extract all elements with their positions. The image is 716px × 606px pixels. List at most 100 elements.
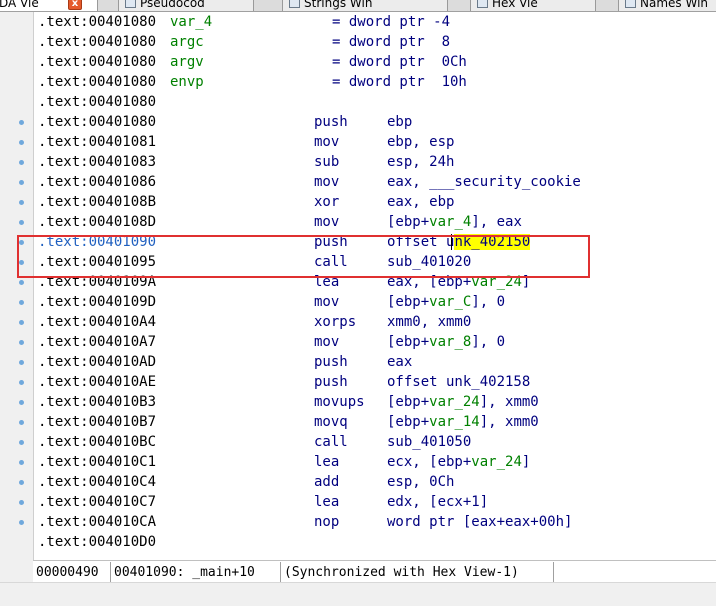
mnemonic: add	[314, 474, 340, 490]
instruction-line[interactable]: .text:00401090 push offset u nk_402150	[34, 232, 716, 252]
breakpoint-dot-icon[interactable]	[19, 240, 24, 245]
breakpoint-dot-icon[interactable]	[19, 520, 24, 525]
breakpoint-dot-icon[interactable]	[19, 340, 24, 345]
operands: eax, ebp	[387, 194, 455, 210]
breakpoint-dot-icon[interactable]	[19, 500, 24, 505]
instruction-line[interactable]: .text:004010C7 lea edx, [ecx+1]	[34, 492, 716, 512]
tab-hex-view[interactable]: Hex Vie	[470, 0, 596, 11]
instruction-line[interactable]: .text:0040108D mov [ebp+var_4], eax	[34, 212, 716, 232]
address: .text:0040109A	[38, 274, 157, 290]
instruction-line[interactable]: .text:004010A7 mov [ebp+var_8], 0	[34, 332, 716, 352]
stack-var-ref[interactable]: var_24	[471, 454, 522, 470]
instruction-line[interactable]: .text:00401081 mov ebp, esp	[34, 132, 716, 152]
breakpoint-dot-icon[interactable]	[19, 440, 24, 445]
text-cursor	[451, 234, 452, 250]
stack-var-line[interactable]: .text:00401080 var_4 = dword ptr -4	[34, 12, 716, 32]
address: .text:00401080	[38, 34, 157, 50]
operands: offset unk_402158	[387, 374, 531, 390]
stack-var-line[interactable]: .text:00401080 argc = dword ptr 8	[34, 32, 716, 52]
instruction-line[interactable]: .text:004010A4 xorps xmm0, xmm0	[34, 312, 716, 332]
status-sync: (Synchronized with Hex View-1)	[281, 562, 554, 582]
breakpoint-dot-icon[interactable]	[19, 460, 24, 465]
stack-var-line[interactable]: .text:00401080 envp = dword ptr 10h	[34, 72, 716, 92]
instruction-line[interactable]: .text:004010AE push offset unk_402158	[34, 372, 716, 392]
stack-var-name: argc	[170, 34, 204, 50]
breakpoint-dot-icon[interactable]	[19, 140, 24, 145]
breakpoint-dot-icon[interactable]	[19, 320, 24, 325]
stack-var-ref[interactable]: var_C	[429, 294, 471, 310]
breakpoint-dot-icon[interactable]	[19, 260, 24, 265]
breakpoint-dot-icon[interactable]	[19, 220, 24, 225]
operands: [ebp+var_8], 0	[387, 332, 505, 352]
instruction-line[interactable]: .text:0040109D mov [ebp+var_C], 0	[34, 292, 716, 312]
mnemonic: call	[314, 254, 348, 270]
mnemonic: xorps	[314, 314, 357, 330]
breakpoint-dot-icon[interactable]	[19, 360, 24, 365]
operands: ebp, esp	[387, 134, 455, 150]
tab-label: Names Win	[640, 0, 709, 10]
instruction-line[interactable]: .text:0040108B xor eax, ebp	[34, 192, 716, 212]
mnemonic: sub	[314, 154, 340, 170]
disassembly-listing[interactable]: .text:00401080 var_4 = dword ptr -4 .text:0…	[33, 12, 716, 560]
instruction-line[interactable]: .text:004010BC call sub_401050	[34, 432, 716, 452]
instruction-line[interactable]: .text:004010C4 add esp, 0Ch	[34, 472, 716, 492]
address: .text:0040109D	[38, 294, 157, 310]
address: .text:004010AD	[38, 354, 157, 370]
breakpoint-dot-icon[interactable]	[19, 120, 24, 125]
breakpoint-dot-icon[interactable]	[19, 200, 24, 205]
breakpoint-dot-icon[interactable]	[19, 400, 24, 405]
mnemonic: mov	[314, 334, 340, 350]
address: .text:004010A4	[38, 314, 157, 330]
breakpoint-dot-icon[interactable]	[19, 420, 24, 425]
breakpoint-dot-icon[interactable]	[19, 160, 24, 165]
instruction-line[interactable]: .text:004010AD push eax	[34, 352, 716, 372]
mnemonic: mov	[314, 134, 340, 150]
stack-var-definition: = dword ptr 0Ch	[332, 54, 467, 70]
close-icon[interactable]: x	[68, 0, 82, 10]
stack-var-ref[interactable]: var_14	[429, 414, 480, 430]
breakpoint-dot-icon[interactable]	[19, 380, 24, 385]
instruction-line[interactable]: .text:004010C1 lea ecx, [ebp+var_24]	[34, 452, 716, 472]
breakpoint-gutter[interactable]	[0, 12, 33, 560]
instruction-line[interactable]: .text:0040109A lea eax, [ebp+var_24]	[34, 272, 716, 292]
instruction-line[interactable]: .text:004010B7 movq [ebp+var_14], xmm0	[34, 412, 716, 432]
stack-var-ref[interactable]: var_24	[429, 394, 480, 410]
operand-text: ], xmm0	[479, 394, 539, 410]
breakpoint-dot-icon[interactable]	[19, 300, 24, 305]
tab-ida-view[interactable]: DA Vie x	[0, 0, 98, 11]
stack-var-line[interactable]: .text:00401080 argv = dword ptr 0Ch	[34, 52, 716, 72]
tab-bar: DA Vie x Pseudocod Strings Win Hex Vie N…	[0, 0, 716, 12]
instruction-line[interactable]: .text:00401095 call sub_401020	[34, 252, 716, 272]
operands: ecx, [ebp+var_24]	[387, 452, 530, 472]
tab-names-window[interactable]: Names Win	[618, 0, 716, 11]
operands: esp, 0Ch	[387, 474, 455, 490]
operands: esp, 24h	[387, 154, 455, 170]
breakpoint-dot-icon[interactable]	[19, 180, 24, 185]
breakpoint-dot-icon[interactable]	[19, 280, 24, 285]
stack-var-ref[interactable]: var_24	[471, 274, 522, 290]
operands: [ebp+var_C], 0	[387, 292, 505, 312]
stack-var-ref[interactable]: var_4	[429, 214, 471, 230]
address: .text:00401080	[38, 14, 157, 30]
blank-line[interactable]: .text:00401080	[34, 92, 716, 112]
address: .text:0040108B	[38, 194, 157, 210]
tab-strings-window[interactable]: Strings Win	[282, 0, 448, 11]
mnemonic: movups	[314, 394, 365, 410]
highlighted-symbol[interactable]: nk_402150	[454, 234, 531, 250]
pseudocode-icon	[125, 0, 136, 8]
stack-var-ref[interactable]: var_8	[429, 334, 471, 350]
instruction-line[interactable]: .text:00401083 sub esp, 24h	[34, 152, 716, 172]
address: .text:004010AE	[38, 374, 157, 390]
instruction-line[interactable]: .text:004010CA nop word ptr [eax+eax+00h]	[34, 512, 716, 532]
instruction-line[interactable]: .text:00401086 mov eax, ___security_cookie	[34, 172, 716, 192]
instruction-line[interactable]: .text:004010B3 movups [ebp+var_24], xmm0	[34, 392, 716, 412]
instruction-line[interactable]: .text:00401080 push ebp	[34, 112, 716, 132]
mnemonic: nop	[314, 514, 340, 530]
breakpoint-dot-icon[interactable]	[19, 480, 24, 485]
address: .text:004010CA	[38, 514, 157, 530]
operands: eax, ___security_cookie	[387, 174, 581, 190]
address: .text:00401086	[38, 174, 157, 190]
end-line[interactable]: .text:004010D0	[34, 532, 716, 552]
address: .text:004010C7	[38, 494, 157, 510]
tab-pseudocode[interactable]: Pseudocod	[118, 0, 254, 11]
